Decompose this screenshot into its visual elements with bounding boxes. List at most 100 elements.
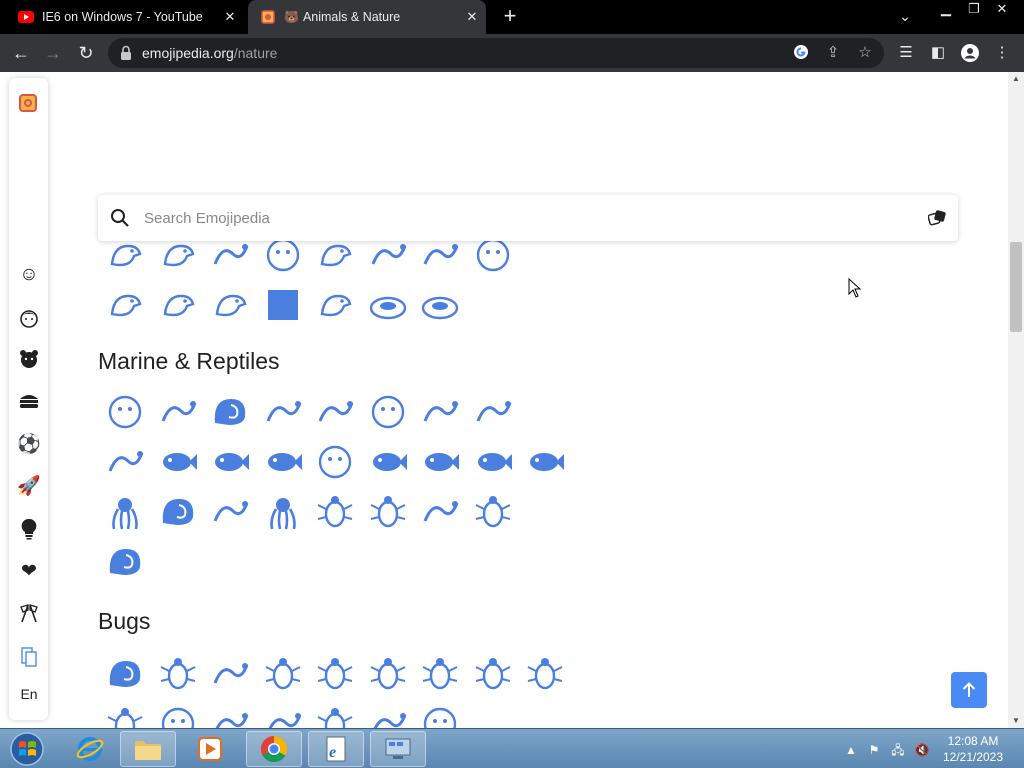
- minimize-icon[interactable]: ▁: [932, 0, 960, 18]
- bird-emoji-icon[interactable]: [207, 282, 253, 328]
- google-icon[interactable]: [792, 44, 810, 62]
- internet-explorer-icon[interactable]: [62, 731, 118, 767]
- marine-emoji-icon[interactable]: [365, 489, 411, 535]
- marine-emoji-icon[interactable]: [102, 439, 148, 485]
- marine-emoji-icon[interactable]: [155, 439, 201, 485]
- bug-emoji-icon[interactable]: [260, 701, 306, 728]
- marine-emoji-icon[interactable]: [522, 439, 568, 485]
- bug-emoji-icon[interactable]: [207, 701, 253, 728]
- random-dice-icon[interactable]: [928, 209, 946, 227]
- bird-emoji-icon[interactable]: [365, 282, 411, 328]
- bird-emoji-icon[interactable]: [312, 282, 358, 328]
- tab-youtube[interactable]: IE6 on Windows 7 - YouTube ✕: [0, 0, 244, 34]
- chrome-icon[interactable]: [246, 731, 302, 767]
- bug-emoji-icon[interactable]: [312, 701, 358, 728]
- volume-muted-icon[interactable]: 🔇: [914, 742, 930, 758]
- bird-emoji-icon[interactable]: [102, 282, 148, 328]
- bug-emoji-icon[interactable]: [365, 651, 411, 697]
- bug-emoji-icon[interactable]: [312, 651, 358, 697]
- marine-emoji-icon[interactable]: [155, 389, 201, 435]
- bug-emoji-icon[interactable]: [417, 701, 463, 728]
- media-player-icon[interactable]: [182, 731, 238, 767]
- marine-emoji-icon[interactable]: [470, 389, 516, 435]
- bug-emoji-icon[interactable]: [207, 651, 253, 697]
- marine-emoji-icon[interactable]: [365, 389, 411, 435]
- language-switch[interactable]: En: [15, 686, 43, 702]
- marine-emoji-icon[interactable]: [260, 489, 306, 535]
- marine-emoji-icon[interactable]: [260, 439, 306, 485]
- marine-emoji-icon[interactable]: [470, 439, 516, 485]
- marine-emoji-icon[interactable]: [417, 439, 463, 485]
- scrollbar-thumb[interactable]: [1010, 242, 1022, 332]
- ie6-document-icon[interactable]: e: [308, 731, 364, 767]
- tab-search-chevron-icon[interactable]: ⌄: [896, 8, 914, 25]
- bug-emoji-icon[interactable]: [417, 651, 463, 697]
- address-bar[interactable]: emojipedia.org/nature ⇪ ☆: [108, 38, 884, 68]
- reload-icon[interactable]: ↻: [75, 42, 97, 64]
- smileys-icon[interactable]: ☺: [16, 262, 42, 288]
- menu-kebab-icon[interactable]: ⋮: [992, 43, 1012, 63]
- remote-desktop-icon[interactable]: [370, 731, 426, 767]
- marine-emoji-icon[interactable]: [417, 389, 463, 435]
- marine-emoji-icon[interactable]: [312, 389, 358, 435]
- network-icon[interactable]: 🖧: [890, 742, 906, 758]
- bug-emoji-icon[interactable]: [260, 651, 306, 697]
- restore-icon[interactable]: ❐: [960, 0, 988, 18]
- reading-list-icon[interactable]: ☰: [896, 43, 916, 63]
- forward-icon[interactable]: →: [42, 42, 64, 64]
- windows-start-icon[interactable]: [8, 731, 46, 767]
- food-icon[interactable]: [16, 388, 42, 414]
- marine-emoji-icon[interactable]: [207, 389, 253, 435]
- search-input[interactable]: [144, 206, 904, 230]
- symbols-icon[interactable]: ❤: [16, 558, 42, 584]
- bug-emoji-icon[interactable]: [522, 651, 568, 697]
- close-tab-icon[interactable]: ✕: [464, 9, 480, 25]
- close-tab-icon[interactable]: ✕: [222, 9, 238, 25]
- marine-emoji-icon[interactable]: [312, 489, 358, 535]
- marine-emoji-icon[interactable]: [102, 489, 148, 535]
- bug-emoji-icon[interactable]: [470, 651, 516, 697]
- system-clock[interactable]: 12:08 AM 12/21/2023: [936, 733, 1010, 765]
- marine-emoji-icon[interactable]: [207, 489, 253, 535]
- bird-emoji-icon[interactable]: [260, 282, 306, 328]
- back-icon[interactable]: ←: [10, 42, 32, 64]
- marine-emoji-icon[interactable]: [207, 439, 253, 485]
- side-panel-icon[interactable]: ◧: [928, 43, 948, 63]
- share-icon[interactable]: ⇪: [824, 44, 842, 62]
- marine-emoji-icon[interactable]: [155, 489, 201, 535]
- marine-emoji-icon[interactable]: [417, 489, 463, 535]
- page-scrollbar[interactable]: ▲ ▼: [1008, 72, 1024, 728]
- scroll-down-arrow-icon[interactable]: ▼: [1008, 714, 1024, 728]
- marine-emoji-icon[interactable]: [470, 489, 516, 535]
- objects-icon[interactable]: [16, 516, 42, 542]
- action-center-icon[interactable]: ⚑: [866, 742, 882, 758]
- profile-icon[interactable]: [960, 43, 980, 63]
- tab-animals-nature[interactable]: 🐻 Animals & Nature ✕: [248, 0, 486, 34]
- bug-emoji-icon[interactable]: [155, 651, 201, 697]
- file-explorer-icon[interactable]: [120, 731, 176, 767]
- scroll-to-top-button[interactable]: [951, 672, 987, 708]
- bug-emoji-icon[interactable]: [155, 701, 201, 728]
- bug-emoji-icon[interactable]: [365, 701, 411, 728]
- flags-icon[interactable]: [16, 600, 42, 626]
- bird-emoji-icon[interactable]: [155, 282, 201, 328]
- bookmark-star-icon[interactable]: ☆: [856, 44, 874, 62]
- clipboard-icon[interactable]: [16, 643, 42, 669]
- emojipedia-logo-icon[interactable]: [19, 94, 37, 112]
- show-hidden-icons-icon[interactable]: ▲: [843, 742, 859, 758]
- bug-emoji-icon[interactable]: [102, 701, 148, 728]
- new-tab-button[interactable]: +: [498, 5, 522, 29]
- activity-icon[interactable]: ⚽: [16, 431, 42, 457]
- marine-emoji-icon[interactable]: [102, 389, 148, 435]
- bug-emoji-icon[interactable]: [102, 651, 148, 697]
- people-icon[interactable]: [16, 305, 42, 331]
- marine-emoji-icon[interactable]: [260, 389, 306, 435]
- marine-emoji-icon[interactable]: [102, 539, 148, 585]
- bird-emoji-icon[interactable]: [417, 282, 463, 328]
- window-close-icon[interactable]: ✕: [988, 0, 1016, 18]
- scroll-up-arrow-icon[interactable]: ▲: [1008, 72, 1024, 86]
- travel-icon[interactable]: 🚀: [16, 473, 42, 499]
- marine-emoji-icon[interactable]: [312, 439, 358, 485]
- marine-emoji-icon[interactable]: [365, 439, 411, 485]
- animals-icon[interactable]: [16, 346, 42, 372]
